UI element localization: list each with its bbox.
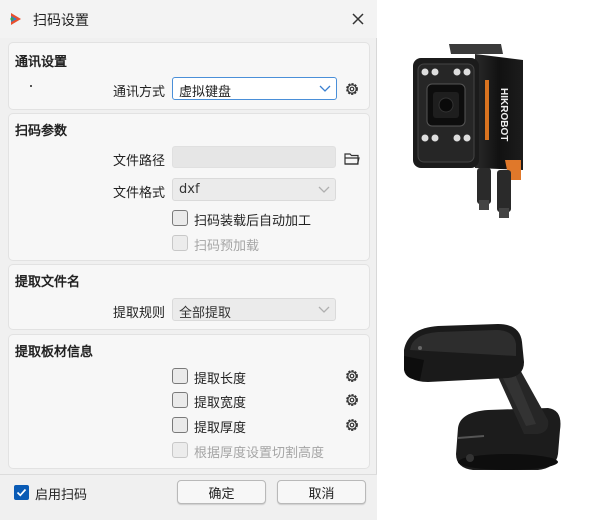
chevron-down-icon [318,186,330,193]
comm-method-label: 通讯方式 [113,85,166,100]
extract-width-label: 提取宽度 [194,396,247,411]
extract-thickness-label: 提取厚度 [194,421,247,436]
extract-rule-select[interactable]: 全部提取 [172,298,336,321]
chevron-down-icon [319,85,331,92]
comm-method-select[interactable]: 虚拟键盘 [172,77,337,100]
extract-length-checkbox[interactable] [172,368,188,384]
extract-board-title: 提取板材信息 [15,345,94,360]
cancel-button[interactable]: 取消 [277,480,366,504]
folder-icon[interactable] [344,151,360,167]
window-title: 扫码设置 [33,13,89,29]
checkmark-icon [16,488,27,497]
app-icon [10,13,21,25]
scan-params-title: 扫码参数 [15,124,68,139]
thickness-settings-gear-icon[interactable] [344,417,360,433]
extract-board-section: 提取板材信息 提取长度 提取宽度 提取厚度 根据厚度设置切割高度 [8,334,370,469]
cut-height-checkbox[interactable] [172,442,188,458]
length-settings-gear-icon[interactable] [344,368,360,384]
auto-process-label: 扫码装载后自动加工 [194,214,312,229]
extract-length-label: 提取长度 [194,372,247,387]
ok-button[interactable]: 确定 [177,480,266,504]
file-format-select[interactable]: dxf [172,178,336,201]
extract-rule-label: 提取规则 [113,306,166,321]
extract-width-checkbox[interactable] [172,392,188,408]
cut-height-label: 根据厚度设置切割高度 [194,446,325,461]
chevron-down-icon [318,306,330,313]
comm-settings-gear-icon[interactable] [344,81,360,97]
camera-brand-text: HIKROBOT [498,88,509,141]
title-bar: 扫码设置 [0,0,377,38]
close-button[interactable] [346,8,370,30]
enable-scan-label: 启用扫码 [35,488,88,503]
preload-label: 扫码预加载 [194,239,260,254]
auto-process-checkbox[interactable] [172,210,188,226]
file-format-label: 文件格式 [113,186,166,201]
file-path-label: 文件路径 [113,154,166,169]
extract-filename-section: 提取文件名 提取规则 全部提取 [8,264,370,330]
file-format-value: dxf [179,182,200,197]
scan-params-section: 扫码参数 文件路径 文件格式 dxf 扫码装载后自动加工 扫码预加载 [8,113,370,261]
scan-settings-dialog: 扫码设置 通讯设置 通讯方式 虚拟键盘 扫码参数 文件路径 文件格式 dxf 扫… [0,0,377,520]
enable-scan-checkbox[interactable] [14,485,29,500]
preload-checkbox[interactable] [172,235,188,251]
industrial-camera-image: HIKROBOT [413,44,523,218]
file-path-input[interactable] [172,146,336,168]
close-icon [352,13,364,25]
comm-method-value: 虚拟键盘 [179,85,232,100]
comm-section-title: 通讯设置 [15,55,68,70]
width-settings-gear-icon[interactable] [344,392,360,408]
marker-dot [30,85,32,87]
extract-rule-value: 全部提取 [179,306,232,321]
extract-thickness-checkbox[interactable] [172,417,188,433]
extract-filename-title: 提取文件名 [15,275,81,290]
handheld-scanner-image [404,324,561,470]
comm-section: 通讯设置 通讯方式 虚拟键盘 [8,42,370,110]
